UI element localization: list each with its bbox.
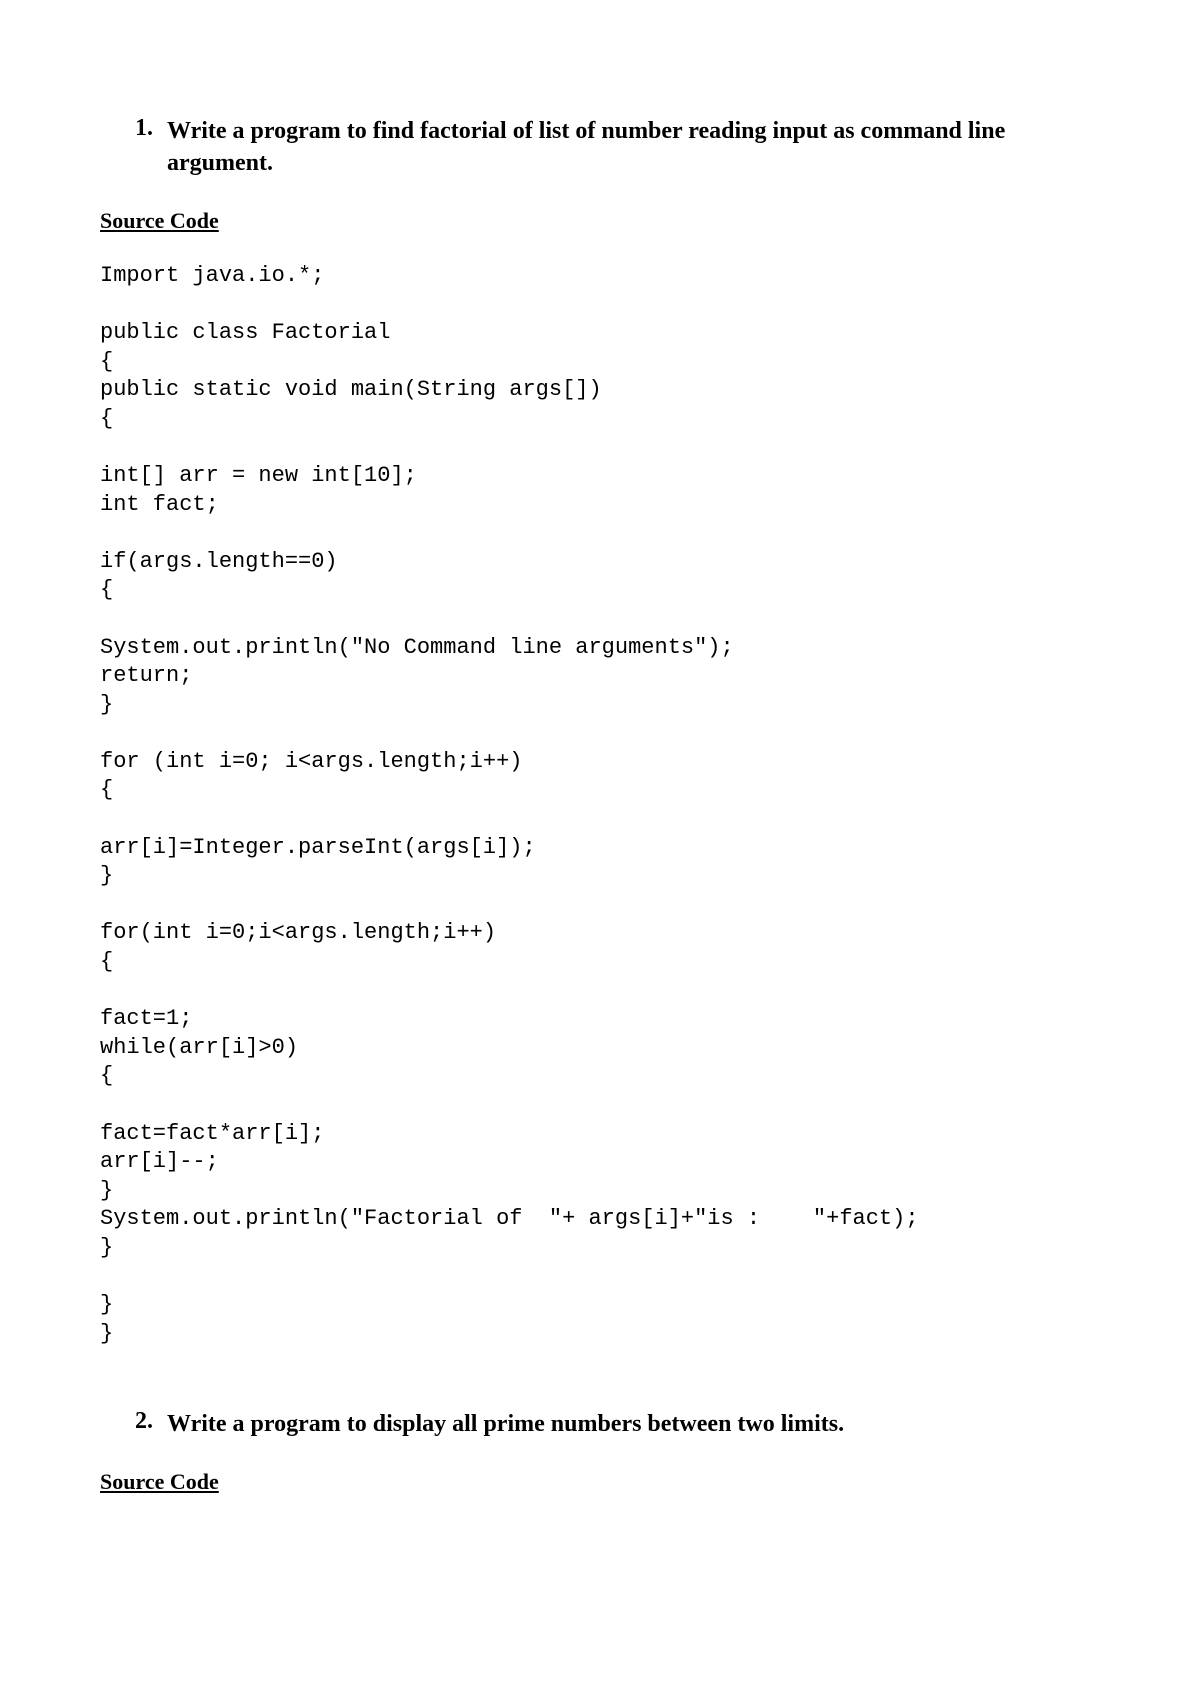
question-2-number: 2. bbox=[135, 1408, 153, 1440]
question-2-text: Write a program to display all prime num… bbox=[167, 1408, 844, 1440]
question-1-text: Write a program to find factorial of lis… bbox=[167, 115, 1100, 180]
source-code-label-2: Source Code bbox=[100, 1469, 1100, 1495]
question-2: 2. Write a program to display all prime … bbox=[135, 1408, 1100, 1440]
code-block-1: Import java.io.*; public class Factorial… bbox=[100, 262, 1100, 1349]
question-1: 1. Write a program to find factorial of … bbox=[135, 115, 1100, 180]
question-1-number: 1. bbox=[135, 115, 153, 180]
source-code-label-1: Source Code bbox=[100, 208, 1100, 234]
